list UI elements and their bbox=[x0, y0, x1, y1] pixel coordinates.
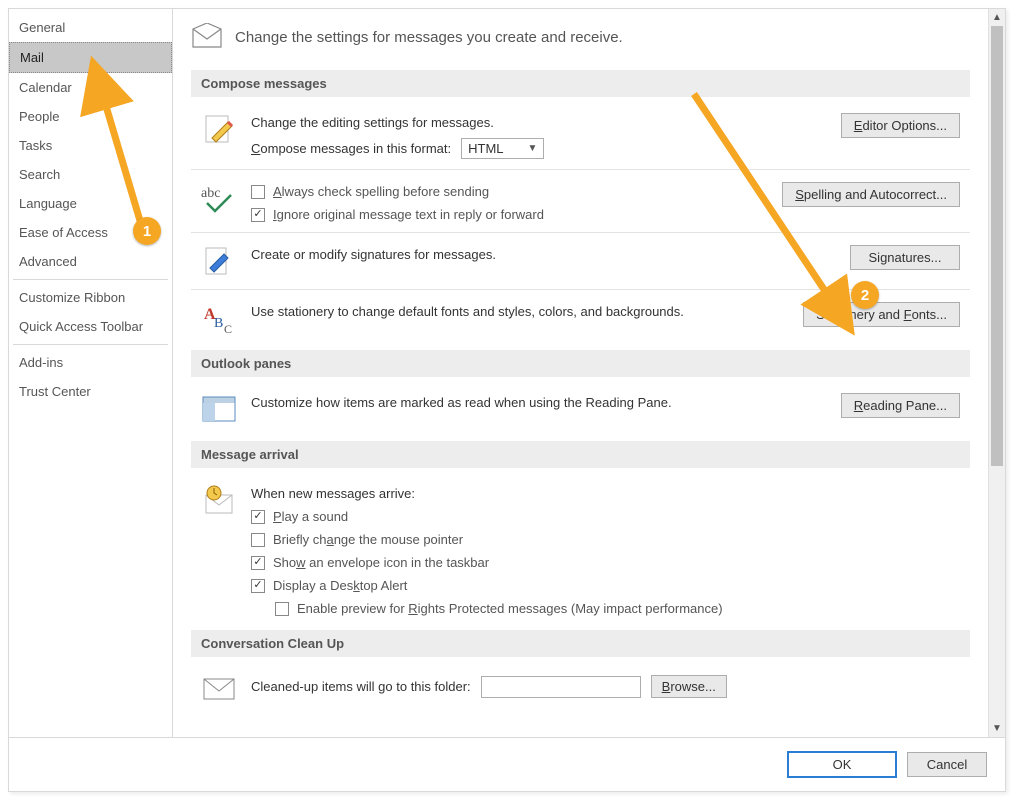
checkbox-icon bbox=[251, 533, 265, 547]
check-always-spelling-label: Always check spelling before sending bbox=[273, 184, 489, 199]
checkbox-icon bbox=[251, 208, 265, 222]
sidebar-item-language[interactable]: Language bbox=[9, 189, 172, 218]
annotation-badge-1: 1 bbox=[133, 217, 161, 245]
editor-options-button[interactable]: Editor Options... bbox=[841, 113, 960, 138]
sidebar-item-qat[interactable]: Quick Access Toolbar bbox=[9, 312, 172, 341]
svg-text:B: B bbox=[214, 316, 223, 331]
row-reading-pane: Customize how items are marked as read w… bbox=[191, 387, 970, 431]
sidebar-divider bbox=[13, 344, 168, 345]
signatures-description: Create or modify signatures for messages… bbox=[251, 247, 836, 262]
svg-text:C: C bbox=[224, 322, 232, 335]
dialog-footer: OK Cancel bbox=[9, 737, 1005, 791]
check-envelope-taskbar[interactable]: Show an envelope icon in the taskbar bbox=[251, 555, 960, 570]
compose-format-dropdown[interactable]: HTML ▼ bbox=[461, 138, 544, 159]
sidebar-item-people[interactable]: People bbox=[9, 102, 172, 131]
chevron-down-icon: ▼ bbox=[528, 143, 538, 154]
row-cleanup: Cleaned-up items will go to this folder:… bbox=[191, 667, 970, 711]
reading-pane-button[interactable]: Reading Pane... bbox=[841, 393, 960, 418]
row-signatures: Create or modify signatures for messages… bbox=[191, 239, 970, 283]
scroll-up-icon[interactable]: ▲ bbox=[989, 9, 1006, 26]
scroll-down-icon[interactable]: ▼ bbox=[989, 720, 1006, 737]
compose-format-label: Compose messages in this format: bbox=[251, 141, 451, 156]
sidebar-item-general[interactable]: General bbox=[9, 13, 172, 42]
checkbox-icon bbox=[251, 556, 265, 570]
ok-button[interactable]: OK bbox=[787, 751, 897, 778]
browse-button[interactable]: Browse... bbox=[651, 675, 727, 698]
check-desktop-alert-label: Display a Desktop Alert bbox=[273, 578, 407, 593]
message-arrival-icon bbox=[201, 482, 237, 518]
sidebar-item-addins[interactable]: Add-ins bbox=[9, 348, 172, 377]
content-wrap: Change the settings for messages you cre… bbox=[173, 9, 1005, 737]
row-editor: Change the editing settings for messages… bbox=[191, 107, 970, 163]
arrival-intro: When new messages arrive: bbox=[251, 486, 960, 501]
page-header: Change the settings for messages you cre… bbox=[191, 23, 970, 52]
vertical-scrollbar[interactable]: ▲ ▼ bbox=[988, 9, 1005, 737]
check-desktop-alert[interactable]: Display a Desktop Alert bbox=[251, 578, 960, 593]
page-title: Change the settings for messages you cre… bbox=[235, 29, 623, 46]
spelling-autocorrect-button[interactable]: Spelling and Autocorrect... bbox=[782, 182, 960, 207]
sidebar-item-mail[interactable]: Mail bbox=[9, 42, 172, 73]
cleanup-folder-field[interactable] bbox=[481, 676, 641, 698]
sidebar-item-search[interactable]: Search bbox=[9, 160, 172, 189]
reading-pane-icon bbox=[201, 391, 237, 427]
section-arrival-head: Message arrival bbox=[191, 441, 970, 468]
svg-text:abc: abc bbox=[201, 186, 220, 201]
check-ignore-original[interactable]: Ignore original message text in reply or… bbox=[251, 207, 768, 222]
divider bbox=[191, 169, 970, 170]
check-always-spelling[interactable]: Always check spelling before sending bbox=[251, 184, 768, 199]
compose-edit-icon bbox=[201, 111, 237, 147]
check-change-pointer-label: Briefly change the mouse pointer bbox=[273, 532, 463, 547]
sidebar-divider bbox=[13, 279, 168, 280]
annotation-badge-2: 2 bbox=[851, 281, 879, 309]
stationery-icon: ABC bbox=[201, 300, 237, 336]
cleanup-envelope-icon bbox=[201, 671, 237, 707]
check-rights-preview[interactable]: Enable preview for Rights Protected mess… bbox=[275, 601, 960, 616]
check-envelope-label: Show an envelope icon in the taskbar bbox=[273, 555, 489, 570]
section-arrival-body: When new messages arrive: Play a sound B… bbox=[191, 468, 970, 624]
category-sidebar: General Mail Calendar People Tasks Searc… bbox=[9, 9, 173, 737]
section-cleanup-body: Cleaned-up items will go to this folder:… bbox=[191, 657, 970, 715]
checkbox-icon bbox=[251, 510, 265, 524]
spellcheck-icon: abc bbox=[201, 180, 237, 216]
check-rights-preview-label: Enable preview for Rights Protected mess… bbox=[297, 601, 723, 616]
sidebar-item-advanced[interactable]: Advanced bbox=[9, 247, 172, 276]
content-pane: Change the settings for messages you cre… bbox=[173, 9, 988, 737]
check-ignore-original-label: Ignore original message text in reply or… bbox=[273, 207, 544, 222]
stationery-description: Use stationery to change default fonts a… bbox=[251, 304, 789, 319]
cancel-button[interactable]: Cancel bbox=[907, 752, 987, 777]
reading-pane-description: Customize how items are marked as read w… bbox=[251, 395, 827, 410]
scroll-thumb[interactable] bbox=[991, 26, 1003, 466]
checkbox-icon bbox=[251, 185, 265, 199]
stationery-fonts-button[interactable]: Stationery and Fonts... bbox=[803, 302, 960, 327]
check-change-pointer[interactable]: Briefly change the mouse pointer bbox=[251, 532, 960, 547]
section-cleanup-head: Conversation Clean Up bbox=[191, 630, 970, 657]
cleanup-description: Cleaned-up items will go to this folder: bbox=[251, 679, 471, 694]
main-area: General Mail Calendar People Tasks Searc… bbox=[9, 9, 1005, 737]
scroll-track[interactable] bbox=[989, 26, 1005, 720]
row-spelling: abc Always check spelling before sending… bbox=[191, 176, 970, 226]
check-play-sound-label: Play a sound bbox=[273, 509, 348, 524]
options-dialog: General Mail Calendar People Tasks Searc… bbox=[8, 8, 1006, 792]
sidebar-item-tasks[interactable]: Tasks bbox=[9, 131, 172, 160]
row-message-arrival: When new messages arrive: Play a sound B… bbox=[191, 478, 970, 620]
divider bbox=[191, 232, 970, 233]
checkbox-icon bbox=[275, 602, 289, 616]
signatures-button[interactable]: Signatures... bbox=[850, 245, 960, 270]
sidebar-item-customize-ribbon[interactable]: Customize Ribbon bbox=[9, 283, 172, 312]
section-compose-head: Compose messages bbox=[191, 70, 970, 97]
sidebar-item-trust-center[interactable]: Trust Center bbox=[9, 377, 172, 406]
envelope-header-icon bbox=[191, 23, 223, 52]
signature-icon bbox=[201, 243, 237, 279]
compose-format-value: HTML bbox=[468, 141, 503, 156]
section-panes-body: Customize how items are marked as read w… bbox=[191, 377, 970, 435]
check-play-sound[interactable]: Play a sound bbox=[251, 509, 960, 524]
section-panes-head: Outlook panes bbox=[191, 350, 970, 377]
editor-description: Change the editing settings for messages… bbox=[251, 115, 827, 130]
section-compose-body: Change the editing settings for messages… bbox=[191, 97, 970, 344]
sidebar-item-calendar[interactable]: Calendar bbox=[9, 73, 172, 102]
checkbox-icon bbox=[251, 579, 265, 593]
